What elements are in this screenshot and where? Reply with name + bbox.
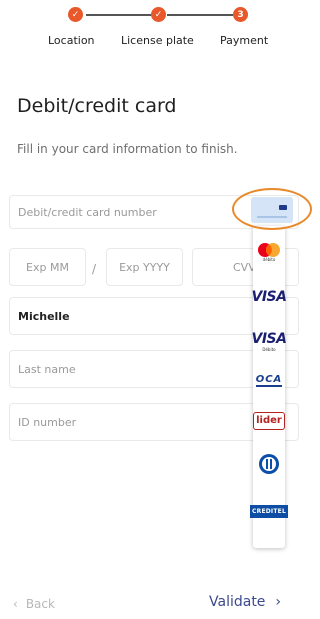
visa-logo-text: VISA (251, 289, 287, 305)
validate-button[interactable]: Validate › (209, 594, 281, 610)
mastercard-debito-label: débito (262, 256, 276, 262)
last-name-placeholder: Last name (18, 362, 76, 376)
mastercard-icon (258, 242, 280, 257)
brand-option-lider[interactable]: lider (253, 406, 285, 436)
oca-logo-text: OCA (255, 374, 283, 387)
card-number-placeholder: Debit/credit card number (18, 205, 157, 219)
back-button[interactable]: ‹ Back (13, 597, 55, 611)
back-label: Back (25, 597, 55, 611)
visa-debito-logo-text: VISA (251, 330, 287, 347)
visa-debito-sub-label: Débito (262, 346, 276, 352)
validate-label: Validate (209, 594, 266, 610)
exp-year-placeholder: Exp YYYY (119, 260, 170, 274)
step-label-payment: Payment (220, 34, 269, 47)
progress-stepper: ✓ ✓ 3 Location License plate Payment (0, 5, 320, 55)
lider-logo-text: lider (253, 412, 285, 430)
step-complete-icon: ✓ (151, 7, 166, 22)
brand-option-visa[interactable]: VISA (251, 282, 287, 312)
stepper-connector (167, 14, 233, 16)
step-label-license-plate: License plate (121, 34, 194, 47)
step-label-location: Location (48, 34, 95, 47)
stepper-connector (86, 14, 152, 16)
chevron-right-icon: › (275, 594, 282, 610)
card-brand-list: débito VISA VISA Débito OCA lider CREDIT… (250, 226, 288, 548)
diners-club-icon (259, 454, 279, 474)
page-subtitle: Fill in your card information to finish. (17, 142, 238, 156)
chevron-left-icon: ‹ (13, 597, 18, 611)
id-number-placeholder: ID number (18, 415, 77, 429)
expiry-separator: / (92, 262, 97, 276)
first-name-value: Michelle (18, 309, 70, 323)
brand-option-mastercard[interactable]: débito (253, 234, 285, 270)
step-complete-icon: ✓ (68, 7, 83, 22)
step-current-number: 3 (233, 7, 248, 22)
exp-month-input[interactable]: Exp MM (9, 248, 86, 286)
exp-month-placeholder: Exp MM (26, 260, 69, 274)
brand-option-creditel[interactable]: CREDITEL (250, 496, 288, 526)
creditel-logo-text: CREDITEL (250, 504, 288, 518)
brand-option-diners[interactable] (253, 448, 285, 480)
highlight-ring (232, 188, 312, 230)
brand-option-visa-debito[interactable]: VISA Débito (251, 324, 287, 358)
page-title: Debit/credit card (17, 95, 177, 117)
exp-year-input[interactable]: Exp YYYY (106, 248, 183, 286)
brand-option-oca[interactable]: OCA (253, 366, 285, 396)
